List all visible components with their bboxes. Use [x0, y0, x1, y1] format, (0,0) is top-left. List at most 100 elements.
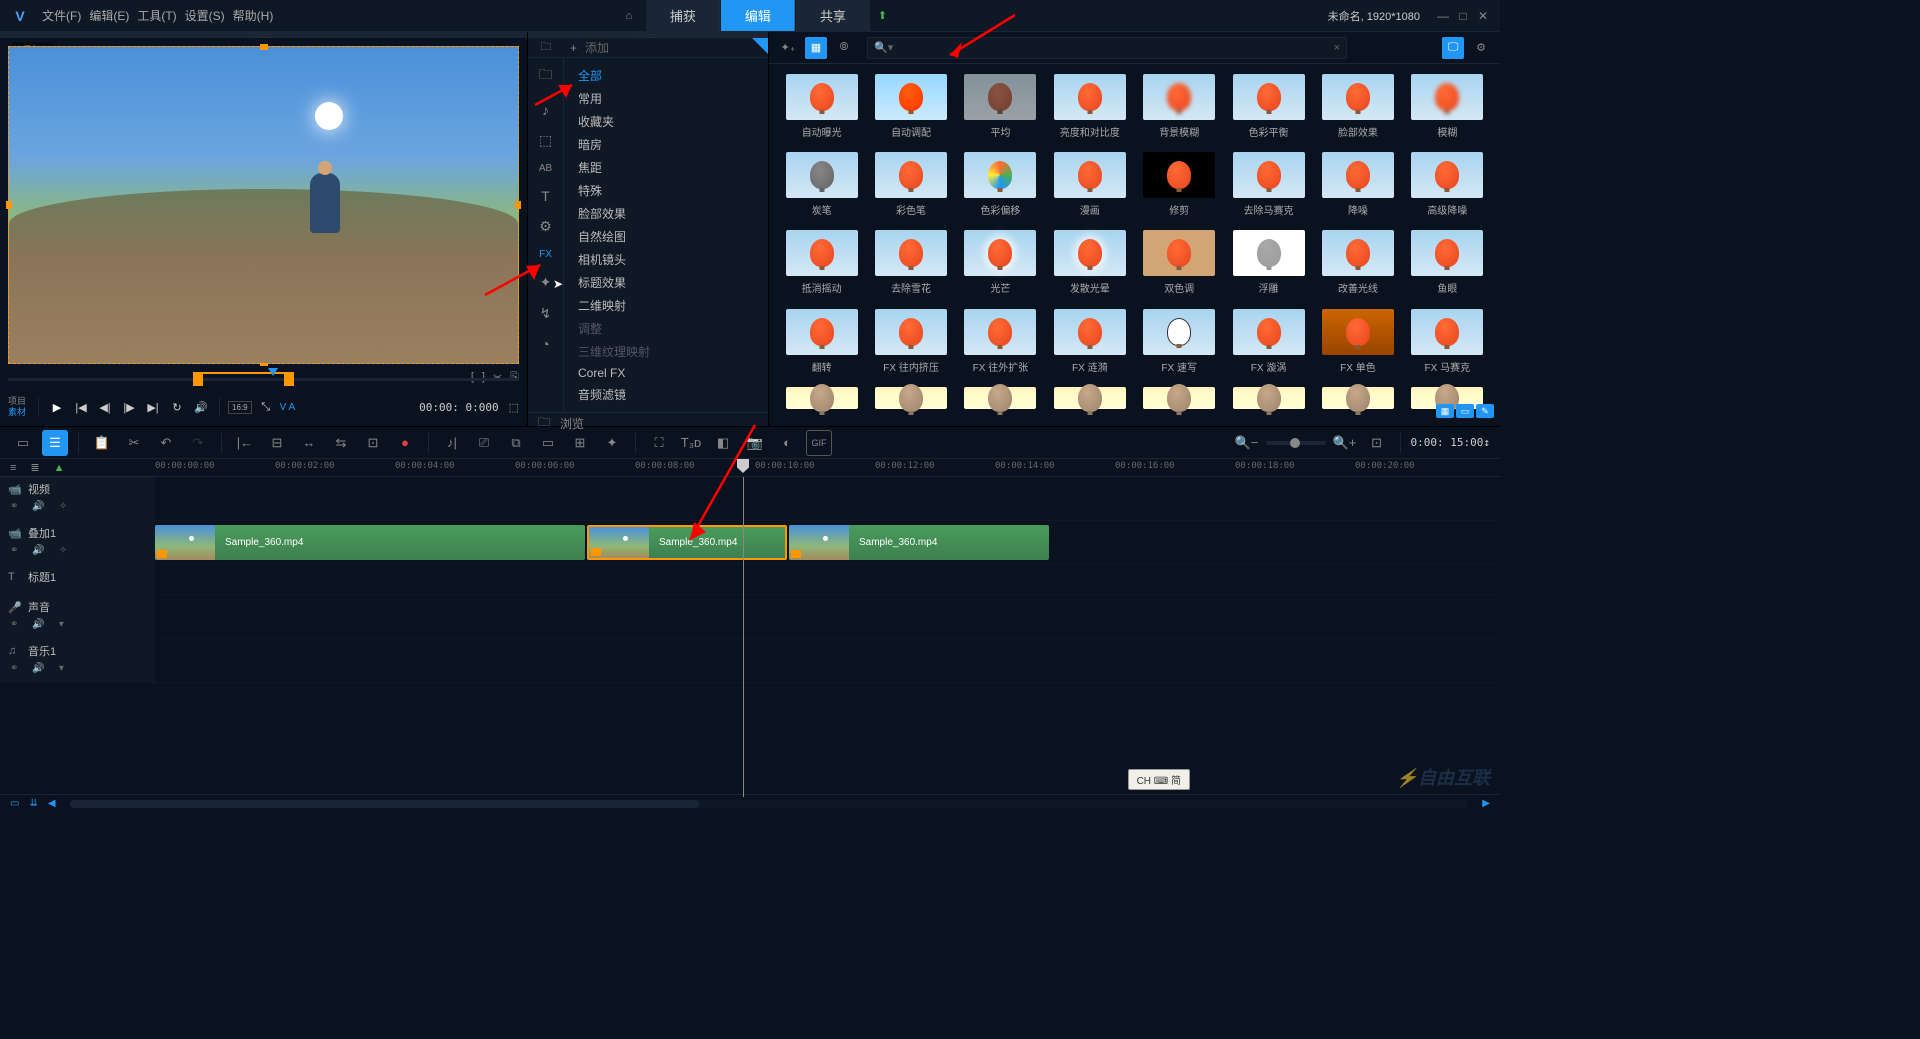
effect-item[interactable]: FX 往内挤压 — [868, 309, 953, 381]
track-link-icon[interactable]: ⚭ — [10, 545, 18, 556]
filter-item[interactable]: 特殊 — [564, 179, 768, 202]
video-icon[interactable]: ⬚ — [539, 132, 552, 149]
track-fx-icon[interactable]: ✧ — [59, 501, 67, 512]
goto-end-button[interactable]: ▶| — [143, 397, 163, 417]
timeline-scrollbar[interactable] — [70, 800, 1469, 808]
effect-item[interactable]: 炭笔 — [779, 152, 864, 224]
fx-icon[interactable]: FX — [539, 249, 552, 260]
view-thumb-icon[interactable]: ▦ — [805, 37, 827, 59]
filter-item[interactable]: 相机镜头 — [564, 248, 768, 271]
effect-item[interactable]: FX 涟漪 — [1047, 309, 1132, 381]
redo-icon[interactable]: ↷ — [185, 430, 211, 456]
effect-item[interactable]: 去除雪花 — [868, 230, 953, 302]
path-icon[interactable]: ↯ — [540, 305, 552, 322]
effect-item[interactable] — [779, 387, 864, 416]
effect-item[interactable]: 抵消摇动 — [779, 230, 864, 302]
timecode-frame-icon[interactable]: ⬚ — [509, 401, 519, 414]
effect-item[interactable]: FX 往外扩张 — [958, 309, 1043, 381]
aspect-indicator[interactable]: 16:9 — [228, 401, 252, 414]
filter-item[interactable]: Corel FX — [564, 363, 768, 383]
speed-icon[interactable]: ◔ — [541, 336, 549, 352]
close-button[interactable]: ✕ — [1476, 9, 1490, 23]
filter-item[interactable]: 收藏夹 — [564, 110, 768, 133]
view-toggle-2[interactable]: ▭ — [1456, 404, 1474, 418]
chapter-icon[interactable]: ⊞ — [567, 430, 593, 456]
crop-handle-left[interactable] — [6, 201, 12, 209]
track-body-music[interactable] — [155, 639, 1500, 682]
copy-icon[interactable]: 📋 — [89, 430, 115, 456]
track-link-icon[interactable]: ⚭ — [10, 619, 18, 630]
play-button[interactable]: ▶ — [47, 397, 67, 417]
track-fx-icon[interactable]: ✧ — [59, 545, 67, 556]
view-grid-icon[interactable]: ⦾ — [833, 37, 855, 59]
preview-scrubber[interactable] — [8, 372, 519, 388]
timeline-duration[interactable]: 0:00: 15:00↕ — [1411, 436, 1490, 449]
scroll-left-icon[interactable]: ◀ — [48, 798, 56, 809]
effect-item[interactable]: 鱼眼 — [1405, 230, 1490, 302]
effects-grid[interactable]: 自动曝光自动调配平均亮度和对比度背景模糊色彩平衡脸部效果模糊炭笔彩色笔色彩偏移漫… — [769, 64, 1500, 426]
track-expand-icon[interactable]: ▾ — [59, 619, 64, 630]
effect-item[interactable]: 色彩偏移 — [958, 152, 1043, 224]
scroll-right-icon[interactable]: ▶ — [1482, 798, 1490, 809]
track-mute-icon[interactable]: 🔊 — [32, 663, 44, 674]
ripple-delete-icon[interactable]: ⊟ — [264, 430, 290, 456]
audio-tool-icon[interactable]: ♪| — [439, 430, 465, 456]
timeline-view-icon[interactable]: ☰ — [42, 430, 68, 456]
marker-icon[interactable]: ▭ — [535, 430, 561, 456]
record-icon[interactable]: ● — [392, 430, 418, 456]
menu-tools[interactable]: 工具(T) — [137, 7, 176, 24]
preview-viewport[interactable] — [8, 46, 519, 364]
track-link-icon[interactable]: ⚭ — [10, 501, 18, 512]
effect-item[interactable] — [1226, 387, 1311, 416]
effect-item[interactable]: 降噪 — [1315, 152, 1400, 224]
effect-item[interactable]: 发散光晕 — [1047, 230, 1132, 302]
tab-edit[interactable]: 编辑 — [720, 0, 795, 31]
effect-item[interactable]: 高级降噪 — [1405, 152, 1490, 224]
track-mute-icon[interactable]: 🔊 — [32, 501, 44, 512]
menu-settings[interactable]: 设置(S) — [185, 7, 225, 24]
minimize-button[interactable]: — — [1436, 9, 1450, 23]
filter-item[interactable]: 音频滤镜 — [564, 383, 768, 406]
upload-icon[interactable]: ⬆ — [878, 9, 887, 22]
home-icon[interactable]: ⌂ — [613, 10, 645, 22]
list-toggle-icon[interactable]: ≡ — [10, 462, 16, 474]
screenshot-icon[interactable]: 📷 — [742, 430, 768, 456]
menu-help[interactable]: 帮助(H) — [233, 7, 274, 24]
effect-item[interactable]: 脸部效果 — [1315, 74, 1400, 146]
step-back-button[interactable]: ◀| — [95, 397, 115, 417]
track-menu-icon[interactable]: ≣ — [30, 461, 39, 474]
link-icon[interactable]: ⧉ — [503, 430, 529, 456]
crop-handle-right[interactable] — [515, 201, 521, 209]
gif-icon[interactable]: GIF — [806, 430, 832, 456]
track-mute-icon[interactable]: 🔊 — [32, 545, 44, 556]
effect-item[interactable]: 光芒 — [958, 230, 1043, 302]
effect-item[interactable]: 翻转 — [779, 309, 864, 381]
effect-item[interactable]: 漫画 — [1047, 152, 1132, 224]
effect-item[interactable] — [868, 387, 953, 416]
filter-item[interactable]: 暗房 — [564, 133, 768, 156]
filter-item[interactable]: 调整 — [564, 317, 768, 340]
library-mode-icon[interactable]: 🗀 — [528, 38, 564, 57]
effect-item[interactable]: 改善光线 — [1315, 230, 1400, 302]
storyboard-view-icon[interactable]: ▭ — [10, 430, 36, 456]
slide-icon[interactable]: ⊡ — [360, 430, 386, 456]
gear-icon[interactable]: ⚙ — [539, 218, 552, 235]
effect-tool-icon[interactable]: ✦ — [599, 430, 625, 456]
folder-icon[interactable]: 🗀 — [539, 64, 553, 88]
tab-capture[interactable]: 捕获 — [645, 0, 720, 31]
slip-icon[interactable]: ⇆ — [328, 430, 354, 456]
display-mode-icon[interactable]: 🖵 — [1442, 37, 1464, 59]
filter-item[interactable]: 三维纹理映射 — [564, 340, 768, 363]
filter-item[interactable]: 脸部效果 — [564, 202, 768, 225]
effect-item[interactable]: 模糊 — [1405, 74, 1490, 146]
mode-project-label[interactable]: 项目 — [8, 396, 26, 407]
add-to-fav-icon[interactable]: ✦₊ — [777, 37, 799, 59]
timeline-ruler[interactable]: ≡ ≣ ▲ 00:00:00:0000:00:02:0000:00:04:000… — [0, 459, 1500, 477]
track-body-title[interactable] — [155, 565, 1500, 594]
fit-icon[interactable]: ⊡ — [1364, 430, 1390, 456]
music-icon[interactable]: ♪ — [542, 102, 549, 118]
track-body-overlay[interactable]: Sample_360.mp4Sample_360.mp4Sample_360.m… — [155, 521, 1500, 564]
cut-icon[interactable]: ✂ — [121, 430, 147, 456]
clear-search-icon[interactable]: × — [1334, 42, 1340, 54]
view-toggle-1[interactable]: ▦ — [1436, 404, 1454, 418]
